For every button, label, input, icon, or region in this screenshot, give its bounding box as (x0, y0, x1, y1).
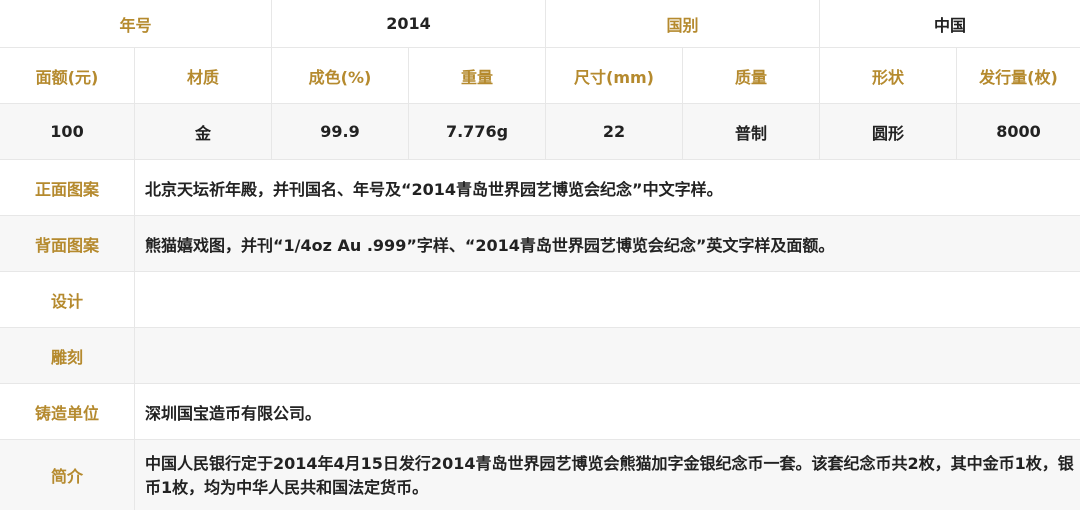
engraver-text (135, 328, 1080, 383)
fineness-header: 成色(%) (272, 48, 409, 103)
coin-info-table: 年号 2014 国别 中国 面额(元) 材质 成色(%) 重量 尺寸(mm) 质… (0, 0, 1080, 510)
header-row: 年号 2014 国别 中国 (0, 0, 1080, 48)
designer-label: 设计 (0, 272, 135, 327)
weight-header: 重量 (409, 48, 546, 103)
denomination-value: 100 (0, 104, 135, 159)
reverse-row: 背面图案 熊猫嬉戏图，并刊“1/4oz Au .999”字样、“2014青岛世界… (0, 216, 1080, 272)
country-label: 国别 (546, 0, 820, 47)
introduction-label: 简介 (0, 440, 135, 510)
material-header: 材质 (135, 48, 272, 103)
quality-header: 质量 (683, 48, 820, 103)
introduction-text: 中国人民银行定于2014年4月15日发行2014青岛世界园艺博览会熊猫加字金银纪… (145, 454, 1074, 497)
designer-row: 设计 (0, 272, 1080, 328)
spec-value-row: 100 金 99.9 7.776g 22 普制 圆形 8000 (0, 104, 1080, 160)
shape-value: 圆形 (820, 104, 957, 159)
obverse-text: 北京天坛祈年殿，并刊国名、年号及“2014青岛世界园艺博览会纪念”中文字样。 (145, 179, 723, 199)
denomination-header: 面额(元) (0, 48, 135, 103)
weight-value: 7.776g (409, 104, 546, 159)
engraver-row: 雕刻 (0, 328, 1080, 384)
year-label: 年号 (0, 0, 272, 47)
shape-header: 形状 (820, 48, 957, 103)
quality-value: 普制 (683, 104, 820, 159)
mintage-value: 8000 (996, 122, 1041, 141)
mintage-header: 发行量(枚) (979, 67, 1058, 87)
mint-row: 铸造单位 深圳国宝造币有限公司。 (0, 384, 1080, 440)
mint-text: 深圳国宝造币有限公司。 (145, 403, 322, 423)
reverse-label: 背面图案 (0, 216, 135, 271)
size-header: 尺寸(mm) (546, 48, 683, 103)
introduction-row: 简介 中国人民银行定于2014年4月15日发行2014青岛世界园艺博览会熊猫加字… (0, 440, 1080, 510)
obverse-label: 正面图案 (0, 160, 135, 215)
year-value: 2014 (272, 0, 546, 47)
material-value: 金 (135, 104, 272, 159)
obverse-row: 正面图案 北京天坛祈年殿，并刊国名、年号及“2014青岛世界园艺博览会纪念”中文… (0, 160, 1080, 216)
country-value: 中国 (933, 15, 966, 35)
size-value: 22 (546, 104, 683, 159)
mint-label: 铸造单位 (0, 384, 135, 439)
spec-header-row: 面额(元) 材质 成色(%) 重量 尺寸(mm) 质量 形状 发行量(枚) (0, 48, 1080, 104)
designer-text (135, 272, 1080, 327)
engraver-label: 雕刻 (0, 328, 135, 383)
reverse-text: 熊猫嬉戏图，并刊“1/4oz Au .999”字样、“2014青岛世界园艺博览会… (145, 235, 835, 255)
fineness-value: 99.9 (272, 104, 409, 159)
